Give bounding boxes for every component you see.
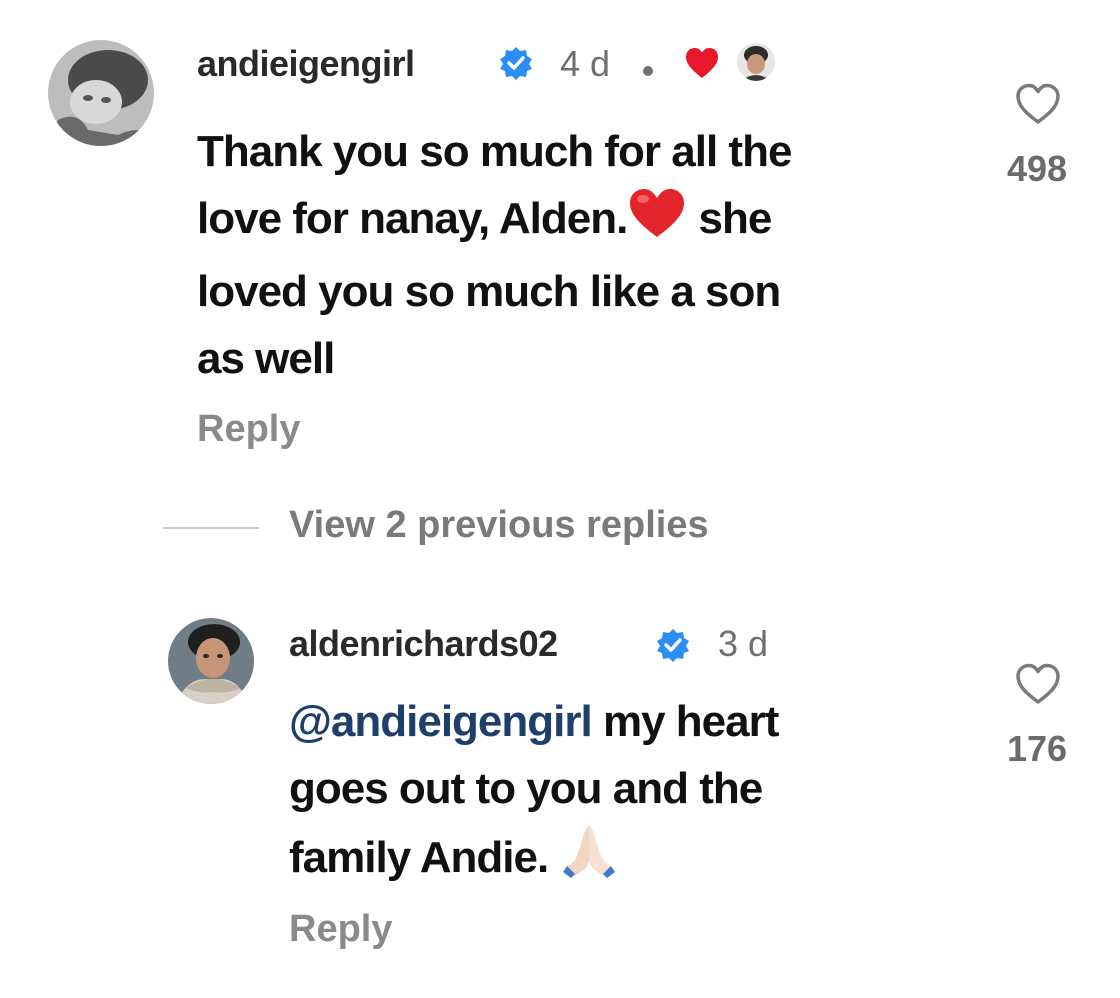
username[interactable]: andieigengirl (197, 43, 415, 85)
comment-aldenrichards02: aldenrichards02 3 d @andieigengirl my he… (0, 580, 1120, 980)
reply-button[interactable]: Reply (289, 908, 392, 951)
reply-button[interactable]: Reply (197, 408, 300, 451)
separator-dot (643, 66, 653, 76)
comment-andieigengirl: andieigengirl 4 d Thank you so much for … (0, 0, 1120, 470)
comment-text: Thank you so much for all the love for n… (197, 118, 977, 392)
comment-line-part: she (687, 194, 773, 243)
comment-line: loved you so much like a son (197, 267, 781, 316)
mention-link[interactable]: @andieigengirl (289, 697, 593, 746)
comment-line: Thank you so much for all the (197, 127, 792, 176)
comment-line-part: family Andie. (289, 833, 549, 882)
like-heart-icon[interactable] (1014, 662, 1062, 711)
timestamp: 3 d (718, 623, 769, 664)
avatar[interactable] (168, 618, 254, 704)
verified-badge-icon (498, 45, 534, 86)
creator-avatar-small (737, 43, 775, 81)
comment-line-part: love for nanay, Alden. (197, 194, 628, 243)
liked-by-creator-heart-icon (684, 46, 720, 85)
folded-hands-emoji-icon (559, 822, 619, 897)
comment-line: love for nanay, Alden. she (197, 185, 977, 258)
like-count: 498 (1006, 148, 1068, 189)
timestamp: 4 d (560, 43, 611, 84)
comment-text: @andieigengirl my heart goes out to you … (289, 688, 979, 897)
comment-line: as well (197, 334, 335, 383)
comment-line-part: my heart (591, 697, 779, 746)
red-heart-emoji-icon (627, 187, 687, 258)
like-heart-icon[interactable] (1014, 82, 1062, 131)
avatar[interactable] (48, 40, 154, 146)
comment-line: @andieigengirl my heart (289, 688, 979, 755)
divider-line (163, 527, 259, 529)
like-count: 176 (1006, 728, 1068, 769)
comment-line: goes out to you and the (289, 764, 763, 813)
verified-badge-icon (655, 627, 691, 668)
username[interactable]: aldenrichards02 (289, 623, 558, 665)
comment-line: family Andie. (289, 822, 979, 897)
view-previous-replies-button[interactable]: View 2 previous replies (289, 504, 709, 547)
